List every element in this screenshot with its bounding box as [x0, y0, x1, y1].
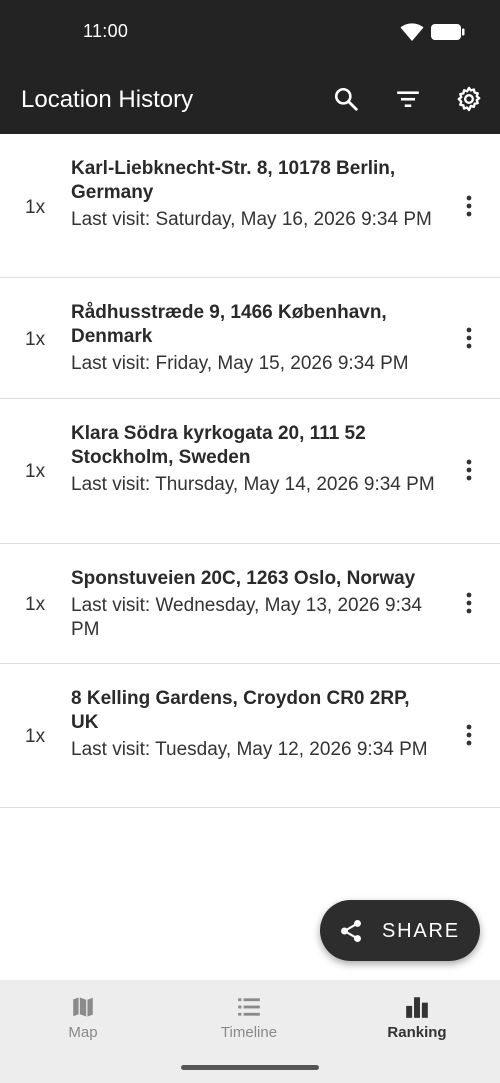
map-icon [73, 997, 93, 1017]
nav-item-timeline[interactable]: Timeline [166, 980, 332, 1052]
list-item[interactable]: 1x 8 Kelling Gardens, Croydon CR0 2RP, U… [0, 664, 500, 808]
timeline-icon [238, 998, 260, 1016]
list-item[interactable]: 1x Sponstuveien 20C, 1263 Oslo, Norway L… [0, 544, 500, 664]
more-vert-icon [466, 592, 472, 614]
search-button[interactable] [331, 84, 361, 114]
last-visit: Last visit: Thursday, May 14, 2026 9:34 … [71, 474, 435, 495]
more-vert-icon [466, 195, 472, 217]
filter-button[interactable] [393, 84, 423, 114]
location-address: Klara Södra kyrkogata 20, 111 52 Stockho… [71, 423, 366, 468]
battery-icon [430, 23, 466, 46]
share-label: SHARE [382, 920, 460, 942]
visit-count: 1x [25, 726, 46, 747]
more-options-button[interactable] [456, 191, 482, 221]
location-address: Sponstuveien 20C, 1263 Oslo, Norway [71, 568, 416, 589]
more-vert-icon [466, 724, 472, 746]
more-options-button[interactable] [456, 455, 482, 485]
visit-count: 1x [25, 461, 46, 482]
settings-icon [457, 86, 481, 112]
nav-label-timeline: Timeline [220, 1024, 278, 1041]
more-options-button[interactable] [456, 588, 482, 618]
filter-icon [397, 91, 419, 108]
visit-count: 1x [25, 594, 46, 615]
wifi-icon [400, 22, 424, 47]
visit-count: 1x [25, 197, 46, 218]
location-address: 8 Kelling Gardens, Croydon CR0 2RP, UK [71, 688, 410, 733]
last-visit: Last visit: Wednesday, May 13, 2026 9:34… [71, 595, 422, 640]
status-time: 11:00 [83, 21, 129, 41]
location-address: Karl-Liebknecht-Str. 8, 10178 Berlin, Ge… [71, 158, 396, 203]
status-bar: 11:00 [0, 0, 500, 64]
share-icon [341, 919, 361, 943]
more-options-button[interactable] [456, 323, 482, 353]
last-visit: Last visit: Friday, May 15, 2026 9:34 PM [71, 353, 409, 374]
more-vert-icon [466, 327, 472, 349]
list-item[interactable]: 1x Karl-Liebknecht-Str. 8, 10178 Berlin,… [0, 134, 500, 278]
page-title: Location History [21, 86, 194, 113]
location-list: 1x Karl-Liebknecht-Str. 8, 10178 Berlin,… [0, 134, 500, 808]
ranking-icon [406, 997, 428, 1018]
nav-item-map[interactable]: Map [0, 980, 166, 1052]
home-indicator[interactable] [181, 1065, 319, 1070]
visit-count: 1x [25, 329, 46, 350]
nav-item-ranking[interactable]: Ranking [334, 980, 500, 1052]
list-item[interactable]: 1x Rådhusstræde 9, 1466 København, Denma… [0, 278, 500, 399]
share-button[interactable]: SHARE [320, 900, 480, 961]
search-icon [334, 87, 358, 111]
more-options-button[interactable] [456, 720, 482, 750]
nav-label-ranking: Ranking [387, 1024, 447, 1041]
more-vert-icon [466, 459, 472, 481]
last-visit: Last visit: Saturday, May 16, 2026 9:34 … [71, 209, 432, 230]
app-bar: Location History [0, 64, 500, 134]
nav-label-map: Map [68, 1024, 98, 1041]
settings-button[interactable] [454, 84, 484, 114]
list-item[interactable]: 1x Klara Södra kyrkogata 20, 111 52 Stoc… [0, 399, 500, 544]
location-address: Rådhusstræde 9, 1466 København, Denmark [71, 302, 387, 347]
last-visit: Last visit: Tuesday, May 12, 2026 9:34 P… [71, 739, 428, 760]
